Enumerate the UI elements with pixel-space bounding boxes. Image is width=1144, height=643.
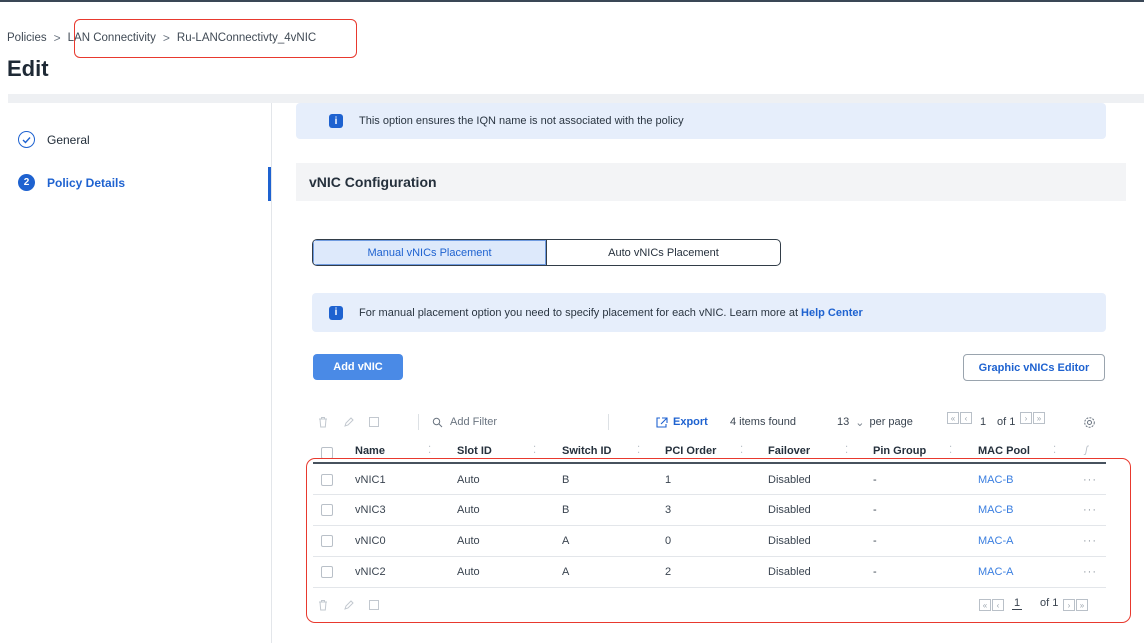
sort-icon[interactable]: ⁚ bbox=[740, 445, 743, 456]
sort-icon[interactable]: ⁚ bbox=[428, 445, 431, 456]
wizard-step-policy-details[interactable]: 2 Policy Details bbox=[18, 174, 125, 191]
section-title: vNIC Configuration bbox=[296, 163, 1126, 201]
wizard-divider bbox=[271, 103, 272, 643]
toolbar-divider bbox=[418, 414, 419, 430]
info-text: This option ensures the IQN name is not … bbox=[359, 115, 684, 127]
prev-page-icon[interactable]: ‹ bbox=[960, 412, 972, 424]
breadcrumb-policies[interactable]: Policies bbox=[7, 32, 47, 44]
items-found-count: 4 items found bbox=[730, 416, 797, 428]
graphic-vnics-editor-button[interactable]: Graphic vNICs Editor bbox=[963, 354, 1105, 381]
page-count: of 1 bbox=[997, 416, 1016, 428]
clone-icon[interactable] bbox=[368, 412, 380, 432]
toolbar-divider bbox=[608, 414, 609, 430]
column-header-slot-id[interactable]: Slot ID bbox=[457, 445, 492, 457]
column-resize-icon[interactable]: ʃ bbox=[1085, 445, 1088, 456]
column-header-mac-pool[interactable]: MAC Pool bbox=[978, 445, 1030, 457]
per-page-label: per page bbox=[869, 416, 913, 428]
placement-toggle: Manual vNICs Placement Auto vNICs Placem… bbox=[312, 239, 781, 266]
column-header-failover[interactable]: Failover bbox=[768, 445, 810, 457]
export-button[interactable]: Export bbox=[656, 412, 708, 432]
delete-icon[interactable] bbox=[318, 412, 328, 432]
iqn-info-banner: i This option ensures the IQN name is no… bbox=[296, 103, 1106, 139]
top-border bbox=[0, 0, 1144, 2]
per-page-value: 13 bbox=[837, 416, 850, 428]
check-circle-icon bbox=[18, 131, 35, 148]
sort-icon[interactable]: ⁚ bbox=[533, 445, 536, 456]
column-header-pin-group[interactable]: Pin Group bbox=[873, 445, 926, 457]
last-page-icon[interactable]: » bbox=[1033, 412, 1045, 424]
column-header-pci-order[interactable]: PCI Order bbox=[665, 445, 716, 457]
column-header-name[interactable]: Name bbox=[355, 445, 385, 457]
edit-icon[interactable] bbox=[343, 412, 355, 432]
export-label: Export bbox=[673, 416, 708, 428]
breadcrumb-separator: > bbox=[53, 31, 61, 45]
per-page-select[interactable]: 13 ⌄ per page bbox=[837, 412, 913, 432]
help-center-link[interactable]: Help Center bbox=[801, 307, 863, 319]
current-page[interactable]: 1 bbox=[980, 412, 986, 432]
search-icon bbox=[432, 412, 443, 432]
table-rows-highlight bbox=[306, 458, 1131, 623]
manual-placement-option[interactable]: Manual vNICs Placement bbox=[313, 240, 547, 265]
table-toolbar: Add Filter Export 4 items found 13 ⌄ per… bbox=[318, 412, 1108, 432]
active-step-indicator bbox=[268, 167, 271, 201]
sort-icon[interactable]: ⁚ bbox=[949, 445, 952, 456]
manual-placement-info-banner: i For manual placement option you need t… bbox=[312, 293, 1106, 332]
first-page-icon[interactable]: « bbox=[947, 412, 959, 424]
settings-gear-icon[interactable] bbox=[1083, 412, 1096, 432]
sort-icon[interactable]: ⁚ bbox=[1053, 445, 1056, 456]
breadcrumb-highlight bbox=[74, 19, 357, 58]
chevron-down-icon: ⌄ bbox=[855, 416, 865, 429]
info-icon: i bbox=[329, 114, 343, 128]
wizard-step-label: General bbox=[47, 132, 90, 147]
page-title: Edit bbox=[7, 56, 49, 81]
filter-input[interactable]: Add Filter bbox=[450, 412, 497, 432]
header-strip bbox=[8, 94, 1144, 103]
wizard-step-label: Policy Details bbox=[47, 175, 126, 190]
sort-icon[interactable]: ⁚ bbox=[637, 445, 640, 456]
auto-placement-option[interactable]: Auto vNICs Placement bbox=[547, 240, 780, 265]
next-page-icon[interactable]: › bbox=[1020, 412, 1032, 424]
column-header-switch-id[interactable]: Switch ID bbox=[562, 445, 612, 457]
info-icon: i bbox=[329, 305, 343, 320]
add-vnic-button[interactable]: Add vNIC bbox=[313, 354, 403, 380]
sort-icon[interactable]: ⁚ bbox=[845, 445, 848, 456]
wizard-step-general[interactable]: General bbox=[18, 131, 90, 148]
step-number-icon: 2 bbox=[18, 174, 35, 191]
info-text: For manual placement option you need to … bbox=[359, 306, 799, 319]
